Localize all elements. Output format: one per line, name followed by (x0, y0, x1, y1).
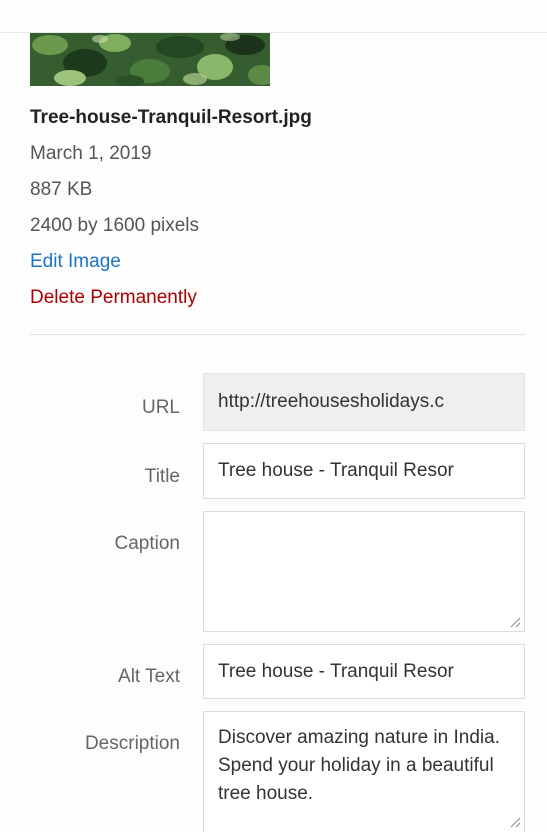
attachment-dimensions: 2400 by 1600 pixels (30, 215, 200, 236)
url-label: URL (141, 397, 180, 418)
edit-image-link[interactable]: Edit Image (30, 250, 121, 274)
delete-permanently-link[interactable]: Delete Permanently (30, 286, 197, 310)
details-divider (30, 334, 526, 335)
alt-text-field[interactable] (203, 644, 525, 699)
attachment-thumbnail (30, 33, 270, 86)
description-textarea[interactable]: Discover amazing nature in India. Spend … (203, 711, 525, 832)
caption-textarea[interactable] (203, 511, 525, 632)
caption-resize-grip-icon[interactable] (509, 616, 521, 628)
description-resize-grip-icon[interactable] (509, 816, 521, 828)
title-field[interactable] (203, 443, 525, 499)
caption-label: Caption (114, 533, 181, 554)
attachment-upload-date: March 1, 2019 (30, 143, 152, 164)
attachment-file-size: 887 KB (30, 179, 93, 200)
alt-text-label: Alt Text (118, 666, 180, 687)
url-field[interactable] (203, 373, 525, 431)
title-label: Title (144, 466, 180, 487)
description-label: Description (84, 733, 180, 754)
attachment-filename: Tree-house-Tranquil-Resort.jpg (30, 107, 312, 128)
